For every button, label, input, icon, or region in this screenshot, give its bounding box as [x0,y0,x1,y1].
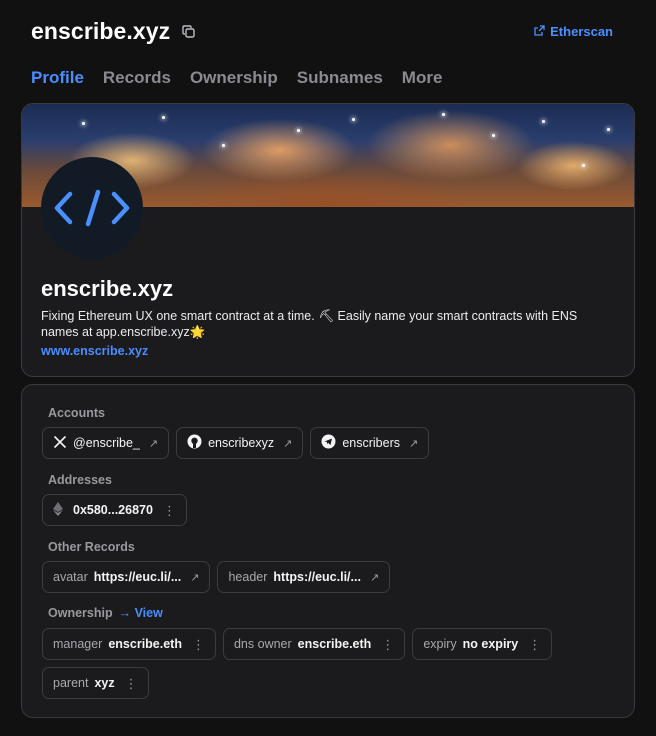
ownership-value: no expiry [462,637,519,651]
account-label: enscribers [342,436,400,450]
record-value: https://euc.li/... [93,570,182,584]
ethereum-icon [53,501,63,519]
record-key: header [228,570,268,584]
ownership-value: enscribe.eth [297,637,372,651]
records-card: Accounts @enscribe_ ↗ enscribexyz ↗ ensc… [21,384,635,718]
external-link-icon [534,24,545,39]
external-link-icon: ↗ [409,437,419,450]
profile-bio: Fixing Ethereum UX one smart contract at… [41,308,621,340]
address-value: 0x580...26870 [73,503,153,517]
etherscan-label: Etherscan [550,23,613,39]
ownership-value: xyz [94,676,115,690]
ownership-key: parent [53,676,89,690]
ownership-chip-manager[interactable]: manager enscribe.eth ⋮ [42,628,216,660]
ownership-chip-dns-owner[interactable]: dns owner enscribe.eth ⋮ [222,628,406,660]
ownership-key: dns owner [233,637,292,651]
more-options-icon[interactable]: ⋮ [528,638,541,651]
ownership-value: enscribe.eth [108,637,182,651]
ownership-chip-expiry[interactable]: expiry no expiry ⋮ [412,628,553,660]
external-link-icon: ↗ [283,437,293,450]
more-options-icon[interactable]: ⋮ [381,638,394,651]
external-link-icon: ↗ [369,571,380,584]
avatar [41,157,143,259]
external-link-icon: ↗ [190,571,200,584]
record-chip-avatar[interactable]: avatar https://euc.li/... ↗ [42,561,211,593]
etherscan-link[interactable]: Etherscan [534,24,613,39]
ownership-view-link[interactable]: → View [119,606,163,620]
tab-subnames[interactable]: Subnames [297,68,383,88]
website-link[interactable]: www.enscribe.xyz [41,344,148,358]
profile-card: enscribe.xyz Fixing Ethereum UX one smar… [21,103,635,377]
record-chip-header[interactable]: header https://euc.li/... ↗ [217,561,391,593]
tab-bar: Profile Records Ownership Subnames More [31,68,442,88]
account-label: @enscribe_ [73,436,140,450]
record-value: https://euc.li/... [273,570,361,584]
ownership-label-text: Ownership [48,606,113,620]
bio-line: Fixing Ethereum UX one smart contract at… [41,309,578,323]
record-key: avatar [53,570,88,584]
address-chip[interactable]: 0x580...26870 ⋮ [42,494,187,526]
bio-line: names at app.enscribe.xyz🌟 [41,325,206,339]
tab-more[interactable]: More [402,68,443,88]
tab-ownership[interactable]: Ownership [190,68,278,88]
accounts-label: Accounts [48,406,105,420]
profile-name: enscribe.xyz [41,276,174,301]
ownership-label: Ownership → View [48,606,163,620]
addresses-label: Addresses [48,473,112,487]
telegram-icon [321,434,336,452]
more-options-icon[interactable]: ⋮ [192,638,205,651]
account-chip-telegram[interactable]: enscribers ↗ [310,427,430,459]
more-options-icon[interactable]: ⋮ [125,677,138,690]
other-records-label: Other Records [48,540,135,554]
copy-icon[interactable] [182,24,196,38]
ownership-key: manager [53,637,103,651]
page-title: enscribe.xyz [31,17,171,44]
x-icon [53,435,67,452]
account-chip-x[interactable]: @enscribe_ ↗ [42,427,170,459]
code-icon [54,189,130,227]
github-icon [187,434,202,452]
ownership-key: expiry [423,637,457,651]
tab-profile[interactable]: Profile [31,68,84,88]
ownership-chip-parent[interactable]: parent xyz ⋮ [42,667,149,699]
account-chip-github[interactable]: enscribexyz ↗ [176,427,304,459]
external-link-icon: ↗ [148,437,159,450]
page-header: enscribe.xyz Etherscan [31,16,613,46]
account-label: enscribexyz [208,436,275,450]
more-options-icon[interactable]: ⋮ [163,504,176,517]
tab-records[interactable]: Records [103,68,171,88]
